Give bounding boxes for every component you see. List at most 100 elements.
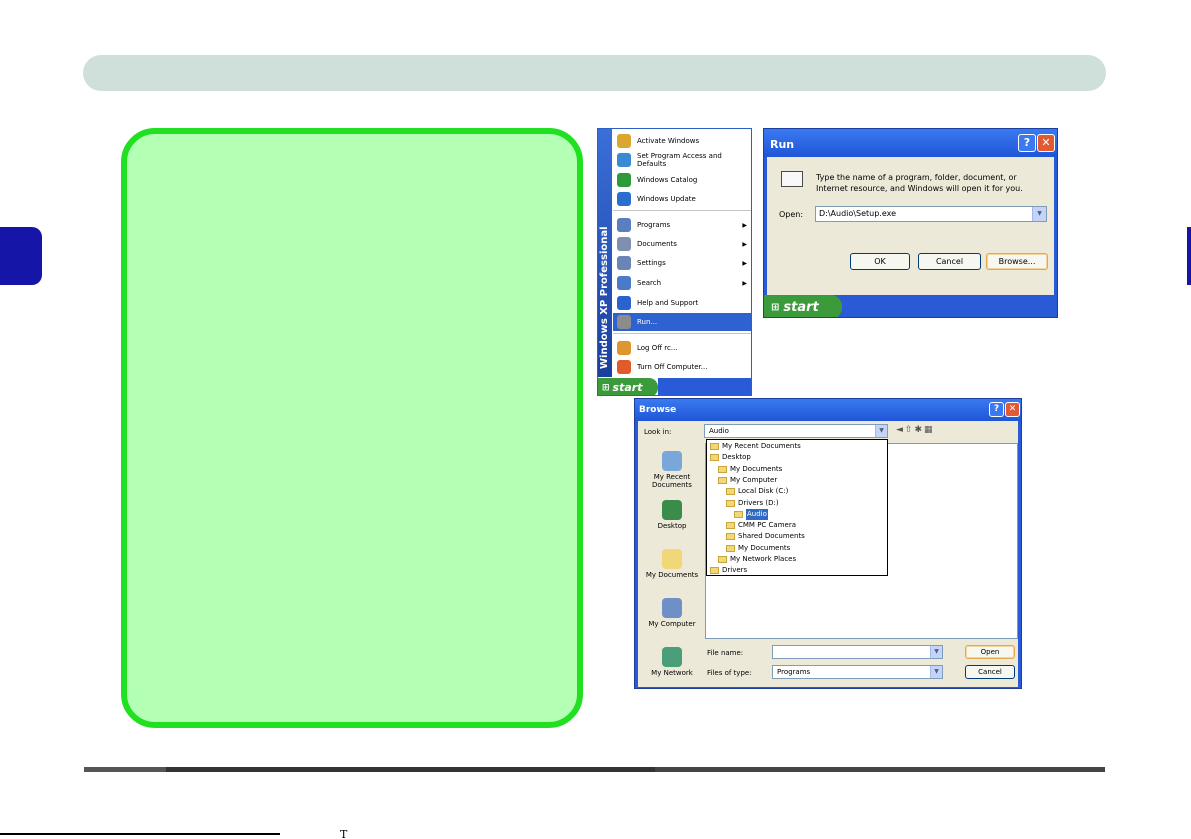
place-label: My Recent Documents [652, 473, 692, 489]
start-menu-item-label: Windows Update [637, 195, 696, 203]
start-menu-item-label: Windows Catalog [637, 176, 698, 184]
right-edge-mark [1187, 227, 1191, 285]
run-start-label: start [783, 299, 819, 315]
look-in-dropdown[interactable]: My Recent Documents Desktop My Documents My… [706, 439, 888, 576]
start-menu-banner: Windows XP Professional [598, 129, 612, 377]
place-my-network[interactable]: My Network [641, 647, 703, 677]
start-menu-item[interactable]: Windows Catalog [613, 171, 751, 189]
folder-icon [726, 522, 735, 530]
look-in-option[interactable]: My Network Places [718, 554, 796, 565]
places-bar: My Recent Documents Desktop My Documents… [641, 443, 703, 681]
look-in-option[interactable]: CMM PC Camera [726, 520, 796, 531]
start-menu-item[interactable]: Help and Support [613, 294, 751, 312]
look-in-option[interactable]: Shared Documents [726, 531, 805, 542]
program-access-icon [617, 153, 631, 167]
toolbar-icons[interactable]: ◄⇧✱▦ [896, 425, 935, 435]
open-combo-value: D:\Audio\Setup.exe [819, 209, 897, 218]
look-in-option[interactable]: Desktop [710, 452, 751, 463]
close-button[interactable]: ✕ [1005, 402, 1020, 417]
look-in-option[interactable]: My Recent Documents [710, 441, 801, 452]
open-button[interactable]: Open [965, 645, 1015, 659]
folder-icon [710, 443, 719, 450]
documents-icon [617, 237, 631, 251]
look-in-label: Look in: [644, 428, 672, 436]
chevron-right-icon: ▶ [742, 279, 747, 287]
folder-icon [726, 533, 735, 541]
look-in-option[interactable]: Audio [734, 508, 768, 520]
new-folder-icon[interactable]: ✱ [914, 425, 924, 435]
file-name-label: File name: [707, 649, 744, 657]
search-icon [617, 276, 631, 290]
start-menu-item[interactable]: Documents ▶ [613, 235, 751, 253]
look-in-option-label: Drivers (D:) [738, 498, 779, 507]
taskbar [658, 378, 751, 395]
browse-body: Look in: Audio ▼ ◄⇧✱▦ My Recent Document… [638, 421, 1018, 687]
place-desktop[interactable]: Desktop [641, 500, 703, 530]
view-menu-icon[interactable]: ▦ [924, 425, 935, 435]
start-button[interactable]: ⊞ start [598, 378, 658, 395]
start-menu-item[interactable]: Log Off rc... [613, 339, 751, 357]
file-name-field[interactable]: ▼ [772, 645, 943, 659]
start-menu-item-label: Log Off rc... [637, 344, 678, 352]
look-in-option[interactable]: Drivers [710, 565, 747, 576]
chevron-down-icon[interactable]: ▼ [875, 425, 887, 437]
start-menu-item[interactable]: Search ▶ [613, 274, 751, 292]
start-menu-item-label: Run... [637, 318, 658, 326]
folder-icon [718, 556, 727, 563]
place-label: My Computer [648, 620, 696, 628]
run-icon [781, 171, 803, 187]
chapter-tab [0, 227, 42, 285]
folder-icon [718, 465, 727, 473]
help-button[interactable]: ? [989, 402, 1004, 417]
run-dialog: Run ? ✕ Type the name of a program, fold… [763, 128, 1058, 318]
place-my-documents[interactable]: My Documents [641, 549, 703, 579]
start-menu-item[interactable]: Set Program Access and Defaults [613, 151, 751, 169]
folder-icon [726, 499, 735, 507]
open-combo[interactable]: D:\Audio\Setup.exe ▼ [815, 206, 1047, 222]
look-in-option[interactable]: My Documents [718, 464, 782, 475]
close-button[interactable]: ✕ [1037, 134, 1055, 152]
look-in-option[interactable]: My Documents [726, 543, 790, 554]
back-icon[interactable]: ◄ [896, 425, 905, 435]
help-button[interactable]: ? [1018, 134, 1036, 152]
computer-icon [662, 598, 682, 618]
start-menu-item-label: Programs [637, 221, 671, 229]
run-title: Run [770, 138, 795, 151]
start-menu-item-label: Set Program Access and Defaults [637, 152, 722, 168]
chevron-down-icon[interactable]: ▼ [930, 646, 942, 658]
place-recent-documents[interactable]: My Recent Documents [641, 451, 703, 489]
look-in-option[interactable]: Drivers (D:) [726, 498, 779, 509]
cancel-button[interactable]: Cancel [918, 253, 981, 270]
footer-rule-segment [84, 767, 166, 772]
start-menu-item[interactable]: Settings ▶ [613, 254, 751, 272]
look-in-option-label: CMM PC Camera [738, 521, 796, 530]
start-menu-item[interactable]: Programs ▶ [613, 216, 751, 234]
start-menu-item-label: Settings [637, 259, 666, 267]
log-off-icon [617, 341, 631, 355]
start-menu-item[interactable]: Turn Off Computer... [613, 358, 751, 376]
folder-icon [710, 454, 719, 462]
folder-icon [726, 544, 735, 552]
windows-update-icon [617, 192, 631, 206]
chevron-down-icon[interactable]: ▼ [1032, 207, 1046, 221]
run-start-button[interactable]: ⊞ start [764, 295, 842, 317]
look-in-option[interactable]: Local Disk (C:) [726, 486, 788, 497]
ok-button[interactable]: OK [850, 253, 910, 270]
run-description: Type the name of a program, folder, docu… [816, 173, 1023, 193]
start-menu-item[interactable]: Run... [613, 313, 751, 331]
files-of-type-combo[interactable]: Programs ▼ [772, 665, 943, 679]
start-menu-item[interactable]: Windows Update [613, 190, 751, 208]
bottom-rule [0, 833, 280, 835]
look-in-option[interactable]: My Computer [718, 475, 777, 486]
place-my-computer[interactable]: My Computer [641, 598, 703, 628]
clock-icon [662, 451, 682, 471]
browse-button[interactable]: Browse... [986, 253, 1048, 270]
look-in-combo[interactable]: Audio ▼ [704, 424, 888, 438]
start-menu-item[interactable]: Activate Windows [613, 132, 751, 150]
start-menu: Windows XP Professional Activate Windows… [597, 128, 752, 396]
cancel-button[interactable]: Cancel [965, 665, 1015, 679]
run-icon [617, 315, 631, 329]
chevron-down-icon[interactable]: ▼ [930, 666, 942, 678]
start-menu-item-label: Activate Windows [637, 137, 700, 145]
folder-icon [718, 476, 727, 484]
